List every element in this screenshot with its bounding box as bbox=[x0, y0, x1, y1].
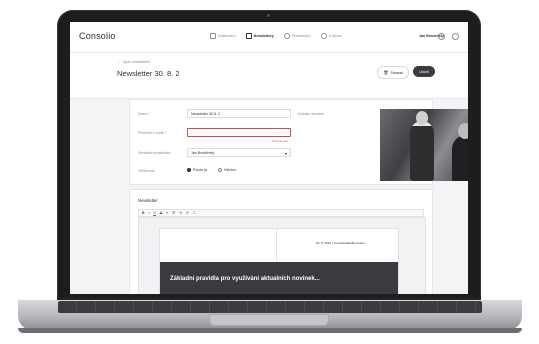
name-value: Newsletter 30.8. 2 bbox=[191, 111, 220, 116]
image-label: Kutriání obrázek bbox=[298, 112, 325, 116]
name-label: Název * bbox=[138, 112, 151, 116]
ordered-list-button[interactable]: ≡ bbox=[166, 211, 168, 215]
email-preview: 30. 8. 2022 | Consolio/aktu8reonaion Zák… bbox=[159, 228, 399, 294]
laptop-notch bbox=[209, 314, 329, 326]
top-bar: Consolio Dashboard Newslettery Prezentuj… bbox=[70, 22, 468, 53]
bold-button[interactable]: B bbox=[142, 211, 144, 215]
subject-error: Povinné pole bbox=[272, 139, 289, 143]
nav-item-prezentujici[interactable]: Prezentující bbox=[283, 33, 311, 39]
grid-icon bbox=[210, 33, 216, 39]
delete-button-label: Smazat bbox=[390, 70, 403, 75]
clear-format-button[interactable]: Tₓ bbox=[193, 211, 196, 215]
back-link[interactable]: ← Výpis newsletterů bbox=[118, 60, 150, 64]
photo-person-head bbox=[416, 111, 428, 125]
divider bbox=[276, 229, 277, 261]
editor-label: Redaktor/redaktorka bbox=[138, 151, 171, 155]
newsletter-form: Název * Newsletter 30.8. 2 Kutriání obrá… bbox=[129, 99, 468, 185]
newsletter-icon bbox=[245, 33, 252, 39]
radio-dot bbox=[218, 168, 222, 172]
laptop-keyboard-edge bbox=[58, 301, 482, 313]
nav-item-estrom[interactable]: e-Strom bbox=[320, 33, 342, 39]
strike-button[interactable]: S bbox=[160, 211, 162, 215]
editor-value: Jan Brodehetý bbox=[191, 150, 215, 155]
delete-button[interactable]: 🗑 Smazat bbox=[377, 66, 409, 79]
page-header: ← Výpis newsletterů Newsletter 30. 8. 2 … bbox=[70, 53, 468, 99]
editor-select[interactable]: Jan Brodehetý ▾ bbox=[187, 148, 291, 157]
editor-canvas[interactable]: 30. 8. 2022 | Consolio/aktu8reonaion Zák… bbox=[138, 217, 426, 294]
email-heading: Základní pravidla pro využívání aktualní… bbox=[170, 276, 320, 282]
settings-icon[interactable] bbox=[438, 33, 445, 40]
save-button[interactable]: Uložit bbox=[413, 66, 435, 77]
email-date: 30. 8. 2022 | Consolio/aktu8reonaion bbox=[316, 241, 365, 245]
photo-person-head bbox=[458, 123, 468, 139]
undo-button[interactable]: ⟲ bbox=[179, 211, 182, 215]
trash-icon: 🗑 bbox=[383, 70, 389, 75]
editor-toolbar: B I U S ≡ ☰ ⟲ ⟳ Tₓ bbox=[138, 209, 424, 217]
bullet-list-button[interactable]: ☰ bbox=[172, 211, 175, 215]
link-icon bbox=[320, 33, 327, 39]
radio-dot bbox=[187, 168, 191, 172]
page-title: Newsletter 30. 8. 2 bbox=[117, 69, 180, 78]
photo-person bbox=[410, 121, 434, 181]
laptop-foot bbox=[18, 328, 522, 333]
visibility-option-label: Pouze já bbox=[193, 168, 207, 172]
main-nav: Dashboard Newslettery Prezentující e-Str… bbox=[210, 33, 342, 39]
newsletter-editor: Newsletter B I U S ≡ ☰ ⟲ ⟳ Tₓ 30. 8. 202… bbox=[129, 189, 433, 294]
visibility-label: Viditelnost bbox=[138, 169, 155, 173]
visibility-option-pouze-ja[interactable]: Pouze já bbox=[187, 168, 207, 172]
laptop-screen: Consolio Dashboard Newslettery Prezentuj… bbox=[70, 22, 468, 294]
section-title: Newsletter bbox=[138, 198, 158, 203]
app-logo[interactable]: Consolio bbox=[79, 31, 116, 41]
users-icon bbox=[283, 33, 290, 39]
redo-button[interactable]: ⟳ bbox=[186, 211, 189, 215]
camera bbox=[267, 14, 270, 17]
nav-item-newslettery[interactable]: Newslettery bbox=[245, 33, 274, 39]
email-hero: Základní pravidla pro využívání aktualní… bbox=[160, 262, 398, 294]
nav-item-dashboard[interactable]: Dashboard bbox=[210, 33, 236, 39]
cover-image[interactable]: ⤒ bbox=[380, 109, 468, 181]
subject-input[interactable] bbox=[187, 128, 291, 137]
subject-label: Předmět e-mailu * bbox=[138, 131, 167, 135]
visibility-option-label: Všichni bbox=[224, 168, 236, 172]
nav-item-label: Newslettery bbox=[253, 34, 274, 38]
name-input[interactable]: Newsletter 30.8. 2 bbox=[187, 109, 291, 118]
nav-item-label: e-Strom bbox=[328, 34, 342, 38]
logout-icon[interactable] bbox=[452, 33, 459, 40]
nav-item-label: Prezentující bbox=[291, 34, 311, 38]
photo-person bbox=[452, 135, 468, 181]
chevron-down-icon: ▾ bbox=[284, 151, 287, 156]
italic-button[interactable]: I bbox=[148, 211, 149, 215]
nav-item-label: Dashboard bbox=[218, 34, 236, 38]
underline-button[interactable]: U bbox=[153, 211, 155, 215]
visibility-option-vsichni[interactable]: Všichni bbox=[218, 168, 236, 172]
